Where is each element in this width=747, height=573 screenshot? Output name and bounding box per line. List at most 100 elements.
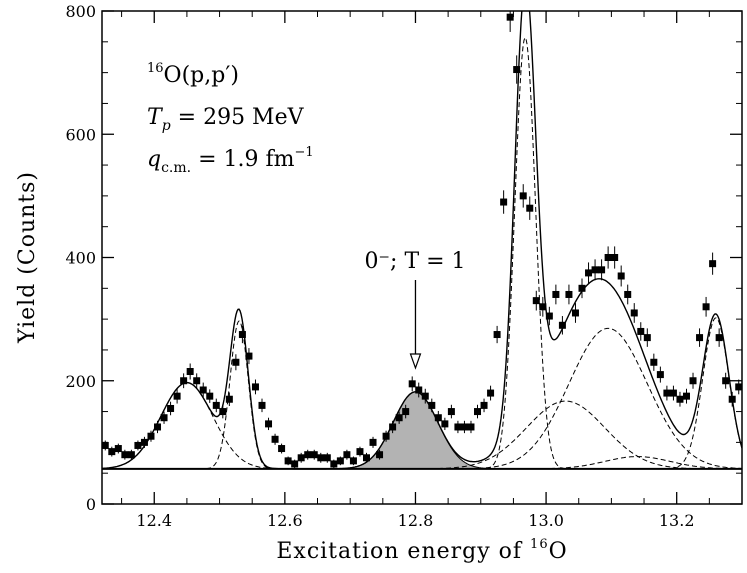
data-point (134, 441, 142, 449)
data-point (102, 441, 109, 449)
data-point (519, 192, 527, 200)
momentum-label: qc.m. = 1.9 fm−1 (147, 145, 314, 176)
data-point (317, 454, 325, 462)
y-tick-label: 600 (65, 125, 96, 144)
data-point (382, 432, 390, 440)
data-point (265, 420, 273, 428)
data-point (585, 269, 593, 277)
data-point (304, 451, 312, 459)
x-tick-label: 13.2 (659, 511, 695, 530)
x-axis-title-nucleus: O (549, 539, 568, 564)
data-point (421, 392, 429, 400)
data-point (493, 331, 501, 339)
y-tick-label: 200 (65, 372, 96, 391)
data-point (643, 334, 651, 342)
data-point (173, 392, 181, 400)
data-point (199, 386, 207, 394)
data-point (369, 438, 377, 446)
data-point (160, 414, 168, 422)
state-label: 0⁻; T = 1 (364, 249, 465, 274)
y-tick-label: 400 (65, 249, 96, 268)
data-point (291, 460, 299, 468)
data-point (219, 408, 227, 416)
data-point (186, 368, 194, 376)
data-point (663, 389, 671, 397)
data-point (441, 420, 449, 428)
data-point (140, 438, 148, 446)
data-point (121, 451, 129, 459)
momentum-label-value: = 1.9 fm (191, 147, 295, 172)
data-point (689, 377, 697, 385)
data-point (114, 445, 122, 453)
data-point (460, 423, 468, 431)
data-point (656, 371, 664, 379)
data-point (330, 460, 338, 468)
data-point (500, 198, 508, 206)
data-point (598, 266, 606, 274)
reaction-label-text: O(p,p′) (164, 63, 239, 88)
spectrum-chart: 12.4 12.6 12.8 13.0 13.2 0 200 400 600 800 Excita… (15, 2, 743, 564)
state-arrow-head (409, 353, 422, 370)
data-point (650, 358, 658, 366)
x-tick-label: 12.6 (267, 511, 303, 530)
data-point (480, 401, 488, 409)
data-point (728, 395, 736, 403)
data-point (343, 451, 351, 459)
data-point (310, 451, 318, 459)
y-tick-label: 0 (86, 495, 96, 514)
reaction-label-sup: 16 (147, 61, 164, 76)
data-point (376, 451, 384, 459)
data-point (402, 408, 410, 416)
data-point (532, 297, 540, 305)
data-point (232, 358, 240, 366)
data-point (447, 408, 455, 416)
y-axis-title: Yield (Counts) (15, 171, 40, 344)
data-point (558, 321, 566, 329)
data-point (362, 454, 370, 462)
data-point (127, 451, 135, 459)
data-point (336, 457, 344, 465)
data-point (245, 352, 253, 360)
data-point (696, 334, 704, 342)
data-point (617, 272, 625, 280)
data-point (454, 423, 462, 431)
data-point (349, 457, 357, 465)
data-point (604, 254, 612, 261)
data-point (389, 423, 397, 431)
data-point (180, 377, 188, 385)
reaction-label: 16O(p,p′) (147, 61, 239, 88)
data-point (624, 290, 632, 298)
x-axis-title: Excitation energy of 16O (276, 537, 567, 564)
data-point (526, 204, 534, 212)
data-point (225, 395, 233, 403)
data-point (591, 266, 599, 274)
data-point (565, 290, 573, 298)
data-point (297, 454, 305, 462)
x-tick-label: 12.8 (398, 511, 434, 530)
data-point (323, 454, 331, 462)
data-point (715, 334, 723, 342)
data-point (709, 260, 717, 268)
x-tick-label: 12.4 (136, 511, 172, 530)
data-point (356, 448, 364, 456)
momentum-label-sup: −1 (295, 145, 314, 160)
data-point (193, 377, 201, 385)
data-point (682, 392, 690, 400)
y-tick-label: 800 (65, 2, 96, 21)
data-point (552, 290, 560, 298)
x-axis-title-sup: 16 (530, 537, 549, 552)
data-point (676, 395, 684, 403)
data-point (238, 331, 246, 339)
data-point (539, 303, 547, 311)
data-point (669, 389, 677, 397)
data-point (147, 432, 155, 440)
data-point (578, 284, 586, 292)
energy-label-sub: p (162, 118, 171, 134)
x-tick-label: 13.0 (528, 511, 564, 530)
data-point (474, 408, 482, 416)
energy-label-value: = 295 MeV (171, 105, 305, 130)
data-point (278, 445, 286, 453)
state-arrow (409, 280, 422, 370)
data-point (630, 309, 638, 317)
data-point (408, 380, 416, 388)
